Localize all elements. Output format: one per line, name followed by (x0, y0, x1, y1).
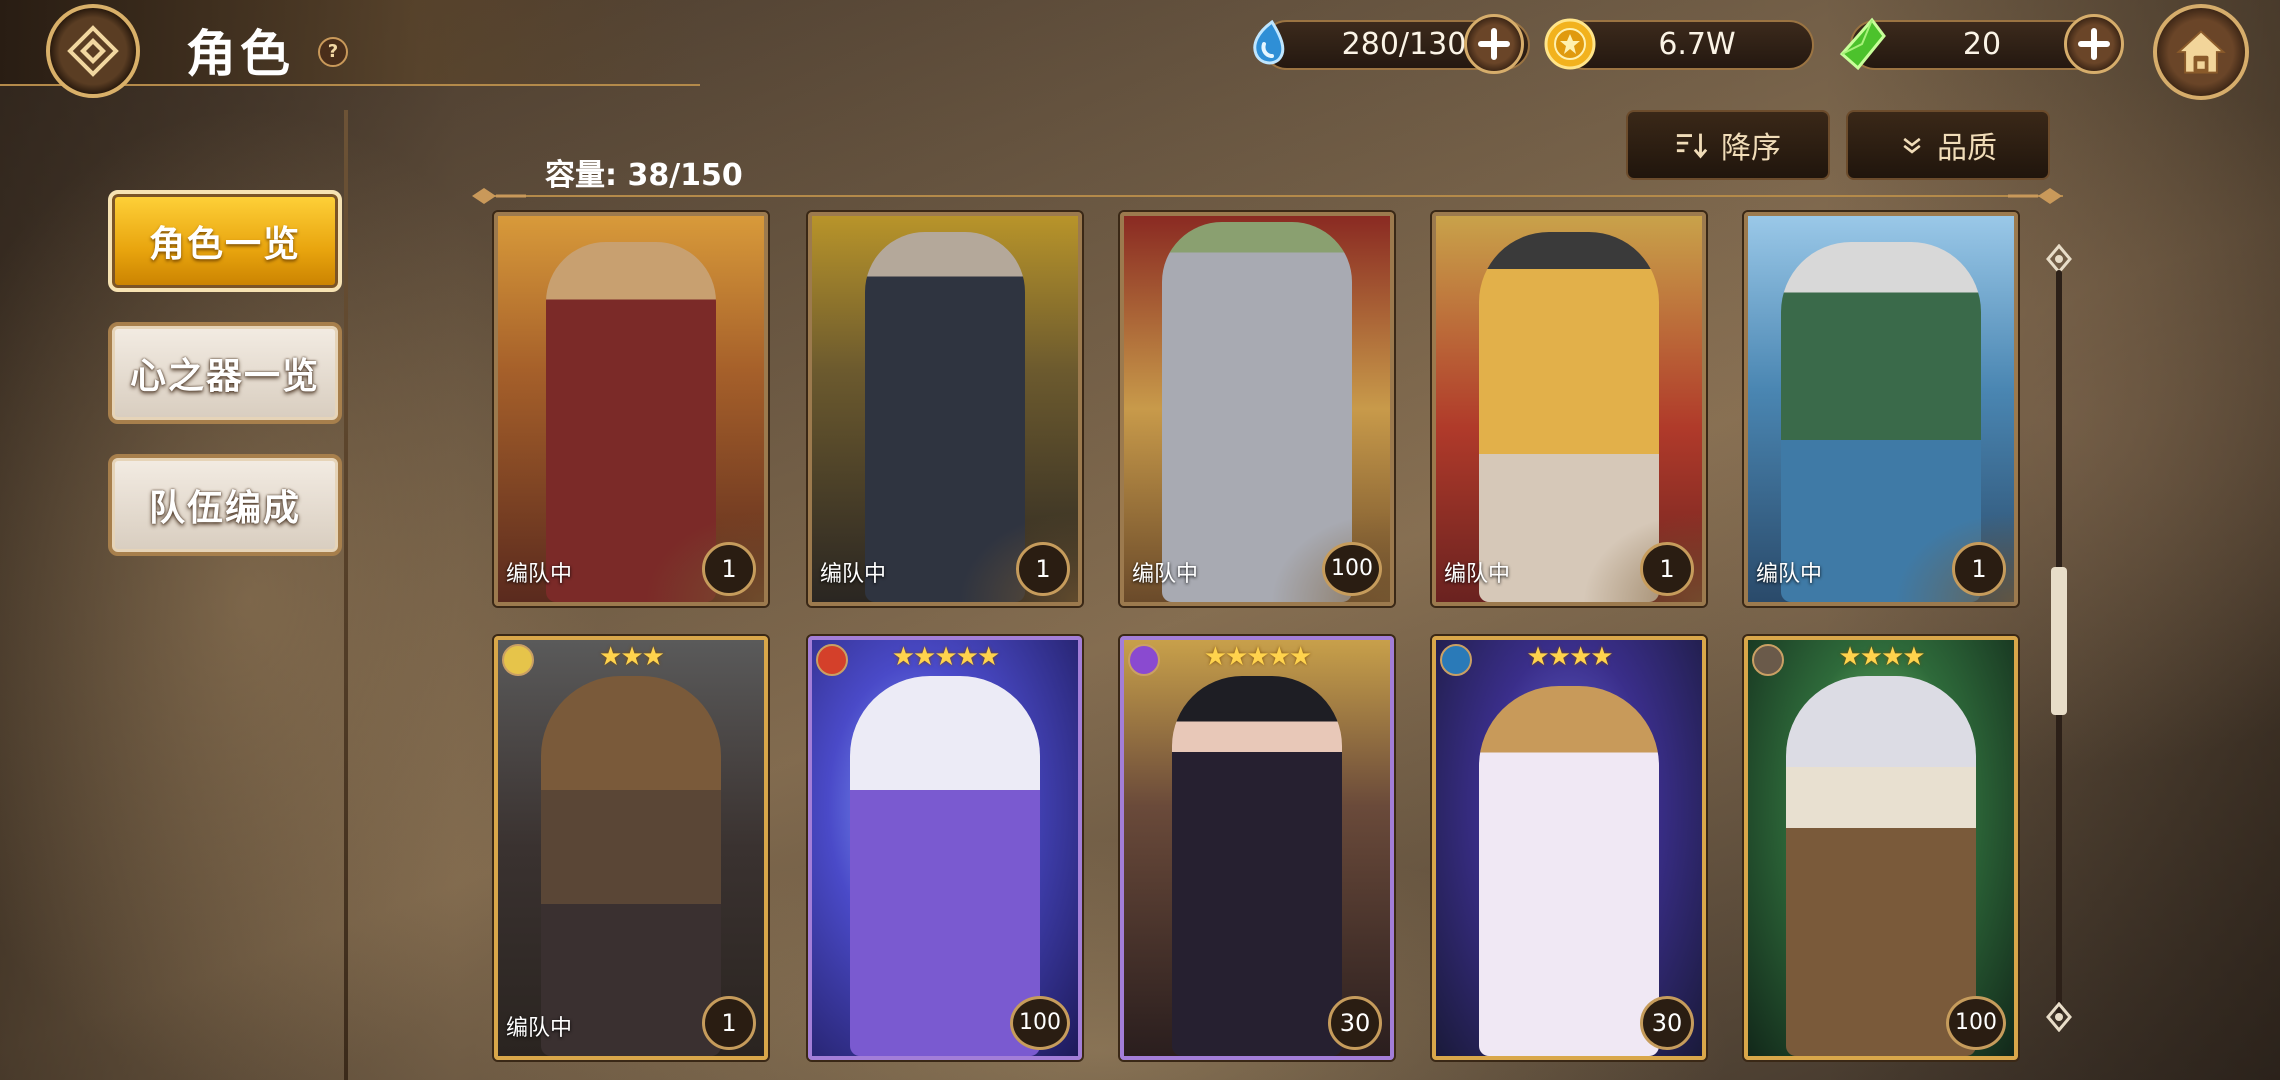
rarity-stars: ★★★★★ (1203, 642, 1313, 672)
home-button[interactable] (2153, 4, 2249, 100)
rarity-stars: ★★★★ (1526, 642, 1613, 672)
card-status: 编队中 (1444, 562, 1511, 587)
card-status: 编队中 (506, 1016, 573, 1041)
card-status: 编队中 (1132, 562, 1199, 587)
character-figure (1786, 676, 1976, 1056)
help-icon[interactable]: ? (318, 37, 348, 67)
card-level: 30 (1640, 996, 1694, 1050)
character-figure (1479, 686, 1659, 1056)
character-card[interactable]: 编队中 1 (808, 212, 1082, 606)
tab-heart-vessel-list[interactable]: 心之器一览 (108, 322, 342, 424)
divider-ornament-right (2008, 188, 2062, 204)
gem-value: 20 (1962, 27, 2002, 62)
green-crystal-icon (1839, 17, 1886, 71)
card-status: 编队中 (820, 562, 887, 587)
divider-ornament-left (472, 188, 526, 204)
plus-icon (1478, 28, 1510, 60)
card-level: 1 (1016, 542, 1070, 596)
water-drop-icon (1253, 19, 1285, 65)
page-title: 角色 (186, 25, 294, 83)
element-icon (1440, 644, 1472, 676)
character-figure (850, 676, 1040, 1056)
character-card[interactable]: ★★★ 编队中 1 (494, 636, 768, 1060)
element-icon (816, 644, 848, 676)
back-button[interactable] (46, 4, 140, 98)
tab-team-formation[interactable]: 队伍编成 (108, 454, 342, 556)
character-figure (541, 676, 721, 1056)
add-gem-button[interactable] (2064, 14, 2124, 74)
character-card[interactable]: 编队中 1 (494, 212, 768, 606)
home-icon (2176, 30, 2226, 74)
filter-label: 品质 (1937, 131, 1997, 166)
rarity-stars: ★★★★★ (891, 642, 1001, 672)
character-card[interactable]: ★★★★★ 100 (808, 636, 1082, 1060)
rarity-stars: ★★★★ (1838, 642, 1925, 672)
element-icon (1128, 644, 1160, 676)
card-level: 1 (1952, 542, 2006, 596)
sort-order-button[interactable]: 降序 (1626, 110, 1830, 180)
element-icon (1752, 644, 1784, 676)
character-card[interactable]: ★★★★ 30 (1432, 636, 1706, 1060)
scrollbar-thumb[interactable] (2051, 567, 2067, 715)
capacity-label: 容量: 38/150 (545, 158, 743, 193)
character-card[interactable]: ★★★★★ 30 (1120, 636, 1394, 1060)
sort-icon (1676, 133, 1708, 159)
sidebar-divider (344, 110, 348, 1080)
ornamental-divider (478, 195, 2063, 197)
card-status: 编队中 (1756, 562, 1823, 587)
sort-label: 降序 (1721, 131, 1781, 166)
plus-icon (2078, 28, 2110, 60)
card-level: 1 (1640, 542, 1694, 596)
card-level: 1 (702, 542, 756, 596)
card-level: 100 (1322, 542, 1382, 596)
card-level: 30 (1328, 996, 1382, 1050)
character-card[interactable]: 编队中 100 (1120, 212, 1394, 606)
card-level: 100 (1010, 996, 1070, 1050)
character-card[interactable]: 编队中 1 (1744, 212, 2018, 606)
rarity-stars: ★★★ (599, 642, 665, 672)
gold-coin-icon (1544, 18, 1596, 70)
chevron-down-icon (1903, 137, 1921, 154)
card-level: 1 (702, 996, 756, 1050)
card-level: 100 (1946, 996, 2006, 1050)
element-icon (502, 644, 534, 676)
gold-value: 6.7W (1658, 27, 1736, 62)
card-status: 编队中 (506, 562, 573, 587)
quality-filter-button[interactable]: 品质 (1846, 110, 2050, 180)
add-stamina-button[interactable] (1464, 14, 1524, 74)
diamond-back-icon (67, 25, 119, 77)
tab-character-list[interactable]: 角色一览 (108, 190, 342, 292)
character-figure (1172, 676, 1342, 1056)
scroll-bottom-ornament (2046, 1002, 2072, 1032)
character-card[interactable]: ★★★★ 100 (1744, 636, 2018, 1060)
character-card[interactable]: 编队中 1 (1432, 212, 1706, 606)
